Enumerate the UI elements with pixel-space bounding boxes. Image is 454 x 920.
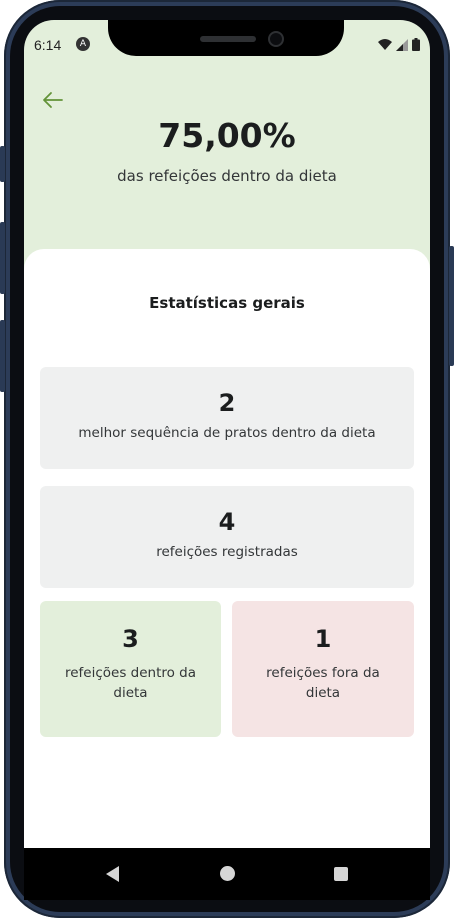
arrow-left-icon [43, 92, 63, 108]
outside-diet-label-line1: refeições fora da [266, 665, 380, 681]
battery-icon [412, 38, 420, 51]
within-diet-value: 3 [122, 625, 139, 653]
best-sequence-label: melhor sequência de pratos dentro da die… [78, 425, 376, 441]
statistics-title: Estatísticas gerais [149, 294, 305, 312]
system-navigation-bar [24, 848, 430, 900]
nav-back-icon[interactable] [106, 866, 119, 882]
best-sequence-card: 2 melhor sequência de pratos dentro da d… [40, 367, 414, 469]
side-button-left-1 [0, 146, 5, 182]
statistics-panel: Estatísticas gerais 2 melhor sequência d… [24, 249, 430, 848]
within-diet-label-line1: refeições dentro da [64, 665, 197, 681]
within-diet-label-line2: dieta [113, 685, 148, 701]
side-button-right [449, 246, 454, 366]
outside-diet-value: 1 [314, 625, 332, 653]
registered-meals-value: 4 [218, 508, 236, 536]
registered-meals-card: 4 refeições registradas [40, 486, 414, 588]
outside-diet-card: 1 refeições fora da dieta [232, 601, 414, 737]
speaker-grille [200, 36, 256, 42]
app-screen: 6:14 A 75,00% das refeições dentro da di… [24, 20, 430, 848]
status-icons [378, 38, 420, 51]
status-time: 6:14 [34, 37, 62, 53]
front-camera [268, 31, 284, 47]
diet-percentage: 75,00% [158, 116, 296, 155]
device-notch [108, 20, 344, 56]
outside-diet-label-line2: dieta [305, 685, 341, 701]
wifi-icon [378, 38, 392, 50]
nav-recents-icon[interactable] [334, 867, 348, 881]
signal-icon [396, 38, 408, 51]
best-sequence-value: 2 [218, 389, 236, 417]
back-button[interactable] [40, 88, 66, 114]
side-button-left-2 [0, 222, 5, 294]
within-diet-card: 3 refeições dentro da dieta [40, 601, 221, 737]
side-button-left-3 [0, 320, 5, 392]
diet-percentage-subtitle: das refeições dentro da dieta [117, 167, 337, 185]
app-notification-icon: A [76, 37, 90, 51]
registered-meals-label: refeições registradas [156, 544, 298, 560]
nav-home-icon[interactable] [220, 866, 235, 881]
